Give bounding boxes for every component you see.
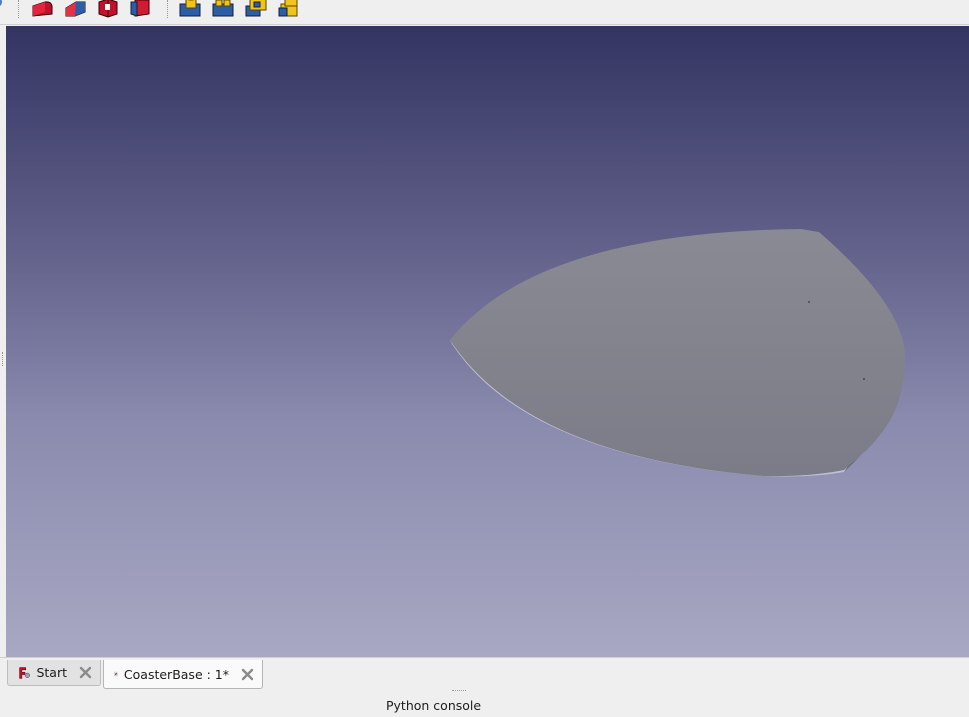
- panel-resize-handle[interactable]: [452, 690, 466, 693]
- part-fillet-icon[interactable]: [30, 0, 54, 18]
- tab-start[interactable]: Start: [7, 660, 101, 686]
- part-cut-icon[interactable]: [211, 0, 235, 18]
- 3d-viewport[interactable]: [6, 26, 969, 657]
- toolbar-overflow-icon[interactable]: [0, 0, 6, 12]
- close-icon[interactable]: [79, 666, 92, 679]
- toolbar-separator: [167, 0, 170, 18]
- toolbar-separator: [18, 0, 21, 18]
- document-tab-bar: Start CoasterBase : 1*: [0, 657, 969, 691]
- dock-resize-handle[interactable]: [2, 352, 5, 366]
- part-extrude-icon[interactable]: [96, 0, 120, 18]
- tab-label: CoasterBase : 1*: [123, 666, 229, 682]
- part-boolean-icon[interactable]: [178, 0, 202, 18]
- coaster-base-shape[interactable]: [6, 26, 969, 657]
- document-icon: [114, 671, 118, 677]
- close-icon[interactable]: [241, 668, 254, 681]
- part-common-icon[interactable]: [277, 0, 301, 18]
- tab-label: Start: [36, 665, 67, 680]
- part-fuse-icon[interactable]: [244, 0, 268, 18]
- freecad-start-icon: [19, 666, 30, 679]
- part-revolve-icon[interactable]: [129, 0, 153, 18]
- part-toolbar: [0, 0, 969, 25]
- part-chamfer-icon[interactable]: [63, 0, 87, 18]
- python-console-title[interactable]: Python console: [386, 698, 481, 713]
- tab-coasterbase[interactable]: CoasterBase : 1*: [103, 660, 263, 689]
